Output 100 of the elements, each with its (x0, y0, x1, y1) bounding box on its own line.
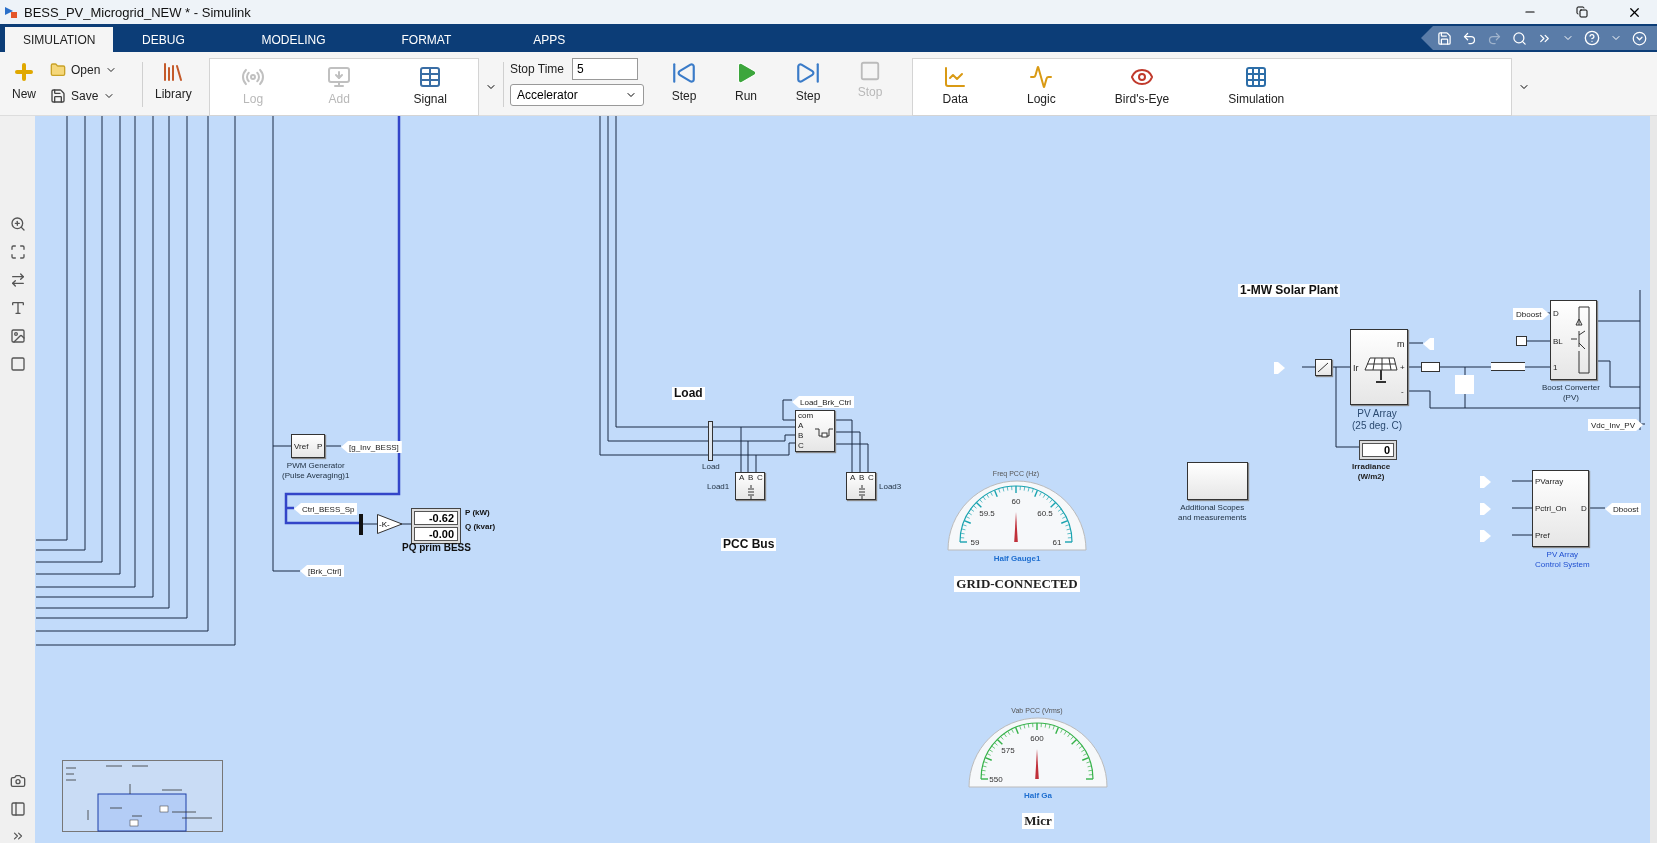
property-button[interactable] (9, 801, 26, 817)
goto-tag: Dboost (1605, 503, 1642, 515)
new-button[interactable]: New (6, 58, 42, 103)
simulate-button[interactable]: Step (656, 58, 712, 105)
mode-dropdown[interactable]: Accelerator (510, 84, 644, 106)
stop-time-label: Stop Time (510, 62, 565, 76)
block-caption: PV Array Control System (1535, 550, 1590, 570)
bus-bar (708, 421, 713, 461)
app-logo-icon (4, 5, 18, 19)
review-button[interactable]: Simulation (1222, 63, 1291, 108)
goto-tag: [Brk_Ctrl] (300, 565, 345, 577)
pulse-icon (1029, 65, 1054, 89)
menu-icon (1632, 30, 1647, 46)
prepare-button[interactable]: Signal (407, 63, 453, 108)
text-icon (9, 300, 26, 316)
image-button[interactable] (9, 328, 26, 344)
image-icon (9, 328, 26, 344)
ribbon-tab[interactable]: SIMULATION (5, 27, 114, 52)
switch-icon (815, 425, 833, 439)
plus-icon (12, 60, 36, 84)
ribbon-tab[interactable]: APPS (509, 27, 590, 52)
ribbon-tab[interactable]: DEBUG (123, 27, 204, 52)
fit-button[interactable] (9, 244, 26, 260)
area-title: 1-MW Solar Plant (1238, 284, 1340, 298)
simulate-button[interactable]: Step (780, 58, 836, 105)
load-label: Load3 (879, 482, 902, 492)
area-button[interactable] (9, 356, 26, 372)
folder-icon (50, 62, 66, 78)
coil-icon (746, 485, 756, 499)
grid-icon (1244, 65, 1269, 89)
display-title: PQ prim BESS (402, 542, 471, 553)
review-button[interactable]: Data (936, 63, 974, 108)
goto-tag (1423, 338, 1434, 350)
stop-icon (859, 60, 881, 82)
redo-icon (1487, 30, 1502, 46)
review-button[interactable]: Bird's-Eye (1108, 63, 1176, 108)
chart-icon (943, 65, 968, 89)
goto-tag (1274, 362, 1285, 374)
stop-time-field[interactable]: 5 (572, 58, 639, 80)
fit-icon (9, 244, 26, 260)
bus-label: Load (702, 462, 720, 472)
monitor-icon (327, 65, 352, 89)
diode-block (1421, 362, 1440, 372)
block-caption: Boost Converter (PV) (1542, 383, 1600, 403)
zoom-button[interactable] (9, 216, 26, 232)
arrows-button[interactable] (9, 272, 26, 288)
ribbon-tab[interactable]: MODELING (243, 27, 344, 52)
mux-bar (359, 514, 363, 535)
load-label: Load1 (707, 482, 730, 492)
step-forward-icon (795, 60, 821, 86)
save-icon (1437, 30, 1452, 46)
display-value: -0.62 (414, 511, 458, 525)
save-button[interactable]: Save (48, 84, 120, 108)
square-icon (9, 356, 26, 372)
window-title: BESS_PV_Microgrid_NEW * - Simulink (24, 4, 252, 20)
tick-label: 59 (970, 538, 980, 547)
goto-tag: Dboost (1513, 308, 1550, 320)
goto-tag: Load_Brk_Ctrl (792, 396, 855, 408)
search-icon (1512, 30, 1527, 46)
breaker-block: com A B C (795, 410, 835, 452)
constant-block (1516, 336, 1527, 346)
arrows-icon (9, 272, 26, 288)
open-button[interactable]: Open (48, 58, 120, 82)
help-icon (1584, 30, 1600, 46)
gauge-caption: GRID-CONNECTED (954, 576, 1080, 592)
gauge-name: Half Ga (1024, 791, 1052, 800)
goto-tag: Ctrl_BESS_Sp (294, 503, 358, 515)
tick-label: 575 (1001, 746, 1015, 755)
restore-icon (1576, 6, 1588, 18)
ribbon-tab[interactable]: FORMAT (383, 27, 470, 52)
tick-label: 60.5 (1037, 509, 1053, 518)
area-title: Load (672, 387, 705, 401)
display-value: -0.00 (414, 527, 458, 541)
zoom-in-icon (9, 216, 26, 232)
gain-label: -K- (379, 520, 390, 529)
camera-icon (9, 773, 26, 789)
screenshot-button[interactable] (9, 773, 26, 789)
annotation-button[interactable] (9, 300, 26, 316)
save-icon (50, 88, 66, 104)
load-block: A B C (846, 472, 876, 500)
panel-icon (9, 801, 26, 817)
goto-tag: [g_Inv_BESS] (341, 441, 402, 453)
review-button[interactable]: Logic (1021, 63, 1062, 108)
block-caption: Irradiance (W/m2) (1352, 462, 1391, 482)
scrollbar[interactable] (1650, 116, 1657, 843)
tick-label: 60 (1011, 497, 1021, 506)
pwm-block: Vref P (291, 434, 325, 458)
load-block: A B C (735, 472, 765, 500)
tick-label: 59.5 (979, 509, 995, 518)
goto-tag: Vdc_Inv_PV (1588, 419, 1644, 431)
tick-label: 600 (1030, 734, 1044, 743)
unit-label: Q (kvar) (465, 522, 496, 531)
block-caption: Additional Scopes and measurements (1178, 503, 1247, 523)
saturation-block (1315, 359, 1332, 376)
gauge-caption: Micr (1022, 813, 1054, 829)
boost-converter-block: D BL 1 (1550, 300, 1597, 380)
library-button[interactable]: Library (149, 58, 198, 103)
simulate-button[interactable]: Run (718, 58, 774, 105)
coil-icon (857, 485, 867, 499)
undo-icon (1462, 30, 1477, 46)
